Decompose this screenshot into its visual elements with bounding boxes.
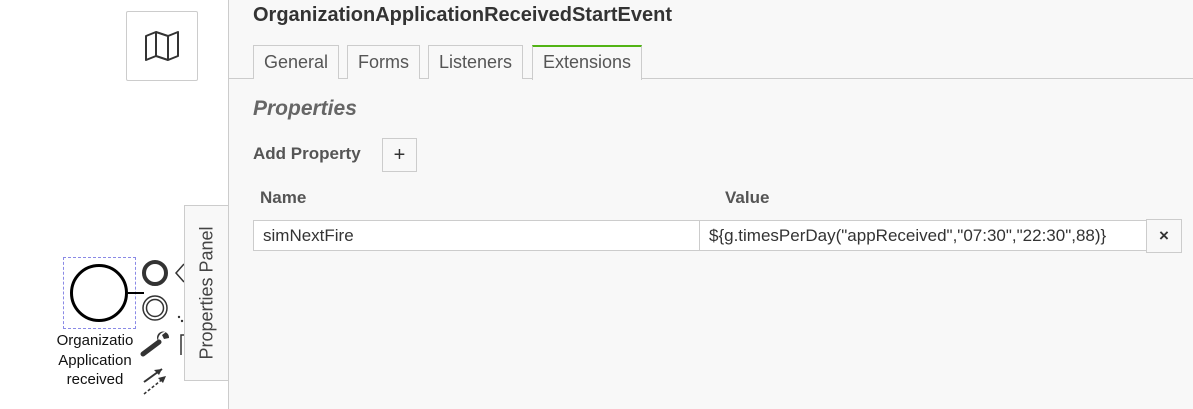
element-title: OrganizationApplicationReceivedStartEven…: [253, 4, 672, 26]
wrench-icon[interactable]: [140, 330, 172, 358]
map-icon: [145, 31, 179, 61]
properties-panel: OrganizationApplicationReceivedStartEven…: [228, 0, 1193, 409]
intermediate-event-icon[interactable]: [140, 293, 170, 323]
tab-forms[interactable]: Forms: [347, 45, 420, 79]
connection-icon[interactable]: [140, 364, 172, 396]
properties-section-title: Properties: [253, 97, 357, 120]
event-label-line: Organizatio: [56, 332, 134, 349]
property-name-input[interactable]: simNextFire: [253, 220, 700, 251]
tab-extensions[interactable]: Extensions: [532, 45, 643, 80]
event-label-line: Application: [58, 351, 132, 369]
end-event-icon[interactable]: [140, 258, 170, 288]
column-header-name: Name: [260, 188, 307, 207]
add-property-button[interactable]: +: [382, 138, 417, 172]
properties-panel-toggle-label: Properties Panel: [196, 226, 217, 360]
property-value-input[interactable]: ${g.timesPerDay("appReceived","07:30","2…: [699, 220, 1147, 251]
gateway-icon[interactable]: [172, 262, 184, 284]
start-event[interactable]: [70, 264, 128, 322]
event-label-line: received: [66, 371, 124, 388]
remove-property-button[interactable]: ×: [1146, 219, 1182, 253]
tab-listeners[interactable]: Listeners: [428, 45, 524, 79]
start-event-label[interactable]: Organizatio Application received: [40, 331, 150, 390]
minimap-toggle-button[interactable]: [126, 11, 198, 81]
column-header-value: Value: [725, 188, 770, 207]
tab-general[interactable]: General: [253, 45, 340, 79]
add-property-label: Add Property: [253, 144, 361, 163]
